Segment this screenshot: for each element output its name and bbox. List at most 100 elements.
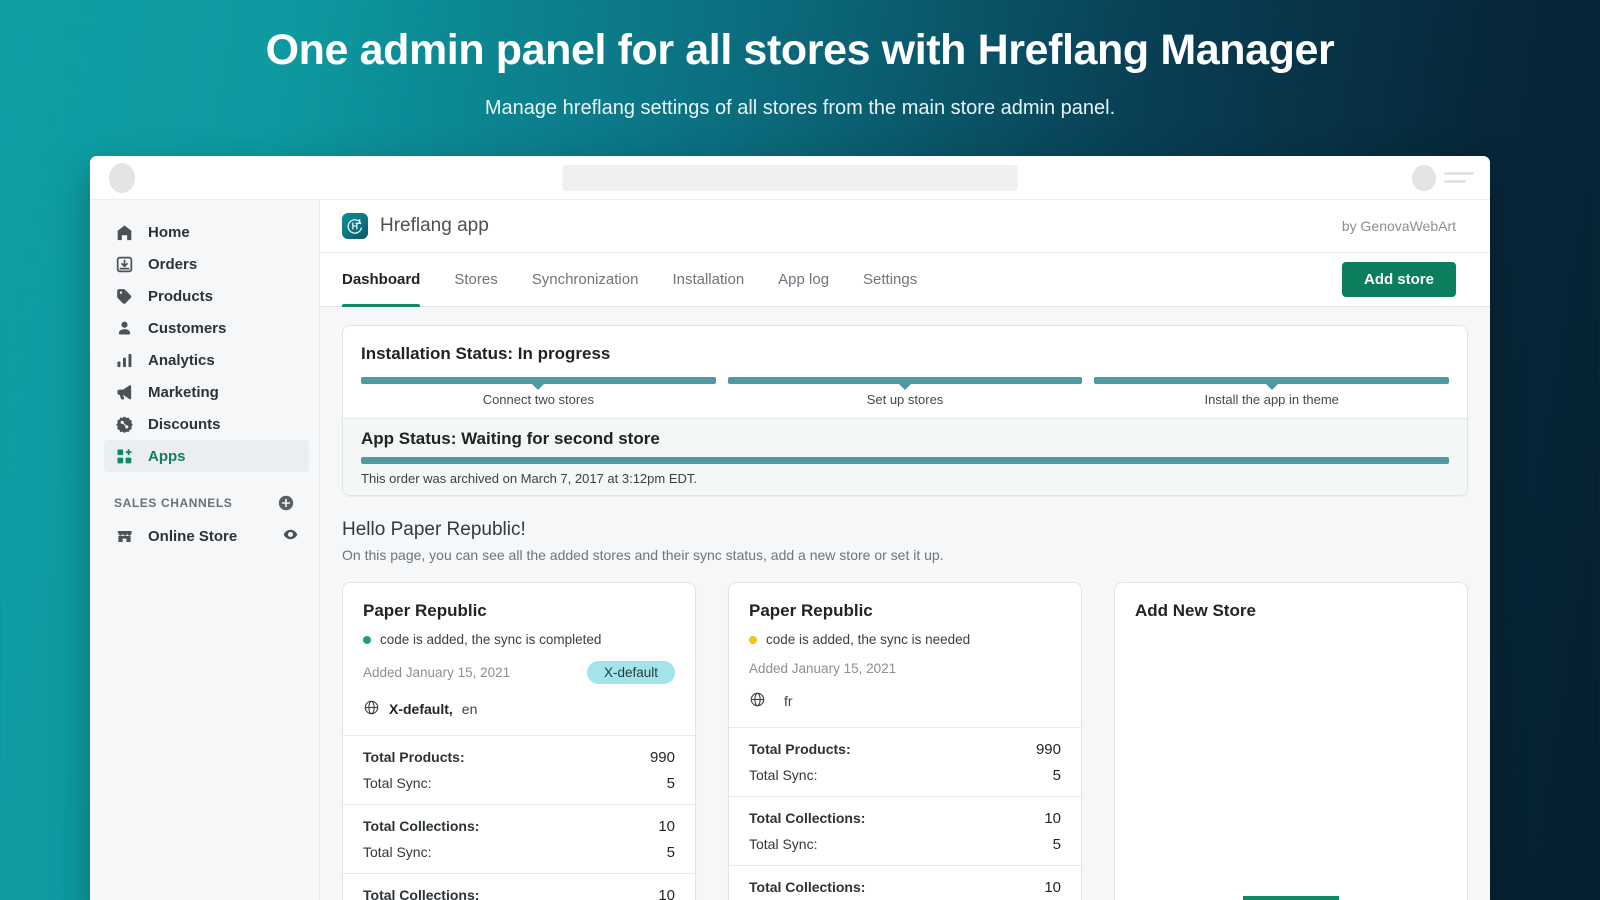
stat-row: Total Collections:10 — [749, 810, 1061, 827]
app-status-title: App Status: Waiting for second store — [361, 429, 1449, 449]
sidebar-item-apps[interactable]: Apps — [104, 440, 309, 472]
stat-row: Total Products: 990 — [363, 749, 675, 766]
sidebar-item-online-store[interactable]: Online Store — [104, 520, 309, 552]
stat-row: Total Sync: 5 — [363, 775, 675, 792]
tab-dashboard[interactable]: Dashboard — [342, 253, 420, 307]
step-arrow-icon — [1266, 384, 1278, 390]
eye-icon[interactable] — [282, 526, 299, 547]
store-name: Paper Republic — [363, 601, 675, 621]
status-dot-icon — [363, 636, 371, 644]
app-tabs: Dashboard Stores Synchronization Install… — [320, 253, 1490, 307]
sidebar-item-label: Discounts — [148, 416, 221, 433]
stat-row: Total Collections:10 — [363, 887, 675, 900]
installation-step: Connect two stores — [361, 377, 716, 407]
sidebar-item-label: Orders — [148, 256, 197, 273]
marketing-icon — [114, 382, 134, 402]
stat-row: Total Collections:10 — [363, 818, 675, 835]
stat-label: Total Sync: — [363, 775, 431, 791]
add-new-store-title: Add New Store — [1135, 601, 1447, 621]
tab-stores[interactable]: Stores — [454, 253, 497, 307]
stat-value: 990 — [1036, 741, 1061, 758]
sidebar-item-analytics[interactable]: Analytics — [104, 344, 309, 376]
store-stat-block: Total Products: 990 Total Sync: 5 — [729, 727, 1081, 796]
hero-title: One admin panel for all stores with Href… — [0, 26, 1600, 75]
stat-value: 10 — [658, 887, 675, 900]
browser-chrome — [90, 156, 1490, 200]
sales-channels-title: SALES CHANNELS — [114, 496, 232, 510]
add-store-button[interactable]: Add store — [1342, 262, 1456, 297]
tab-synchronization[interactable]: Synchronization — [532, 253, 639, 307]
store-stat-block: Total Collections:10 Total Sync:5 — [729, 865, 1081, 900]
step-label: Connect two stores — [361, 392, 716, 407]
store-card[interactable]: Paper Republic code is added, the sync i… — [728, 582, 1082, 900]
stat-label: Total Products: — [749, 741, 851, 757]
sidebar-item-home[interactable]: Home — [104, 216, 309, 248]
sidebar-item-customers[interactable]: Customers — [104, 312, 309, 344]
store-sync-label: code is added, the sync is needed — [766, 632, 970, 647]
hreflang-app-logo-icon — [342, 213, 368, 239]
globe-icon — [363, 699, 380, 719]
store-added-date: Added January 15, 2021 — [363, 665, 510, 680]
app-status-note: This order was archived on March 7, 2017… — [361, 471, 1449, 486]
store-card-meta: Added January 15, 2021 — [749, 661, 1061, 676]
installation-step: Set up stores — [728, 377, 1083, 407]
sidebar-item-label: Customers — [148, 320, 226, 337]
add-new-store-card[interactable]: Add New Store — [1114, 582, 1468, 900]
app-title: Hreflang app — [380, 215, 489, 237]
stat-value: 10 — [658, 818, 675, 835]
home-icon — [114, 222, 134, 242]
menu-icon[interactable] — [1444, 172, 1474, 183]
search-input[interactable] — [563, 165, 1018, 191]
stat-value: 990 — [650, 749, 675, 766]
sidebar-item-products[interactable]: Products — [104, 280, 309, 312]
account-avatar[interactable] — [1412, 165, 1436, 191]
stat-label: Total Sync: — [363, 844, 431, 860]
sidebar-item-label: Apps — [148, 448, 186, 465]
tab-app-log[interactable]: App log — [778, 253, 829, 307]
store-stat-block: Total Collections:10 Total Sync: 5 — [729, 796, 1081, 865]
store-card[interactable]: Paper Republic code is added, the sync i… — [342, 582, 696, 900]
installation-step: Install the app in theme — [1094, 377, 1449, 407]
stat-label: Total Products: — [363, 749, 465, 765]
store-primary-language: X-default, — [389, 701, 453, 717]
plus-circle-icon[interactable] — [277, 494, 295, 512]
sidebar-item-orders[interactable]: Orders — [104, 248, 309, 280]
sidebar-item-label: Products — [148, 288, 213, 305]
store-languages: X-default, en — [363, 699, 675, 719]
tab-settings[interactable]: Settings — [863, 253, 917, 307]
step-arrow-icon — [532, 384, 544, 390]
app-status-panel: App Status: Waiting for second store Thi… — [343, 418, 1467, 495]
store-added-date: Added January 15, 2021 — [749, 661, 896, 676]
store-stat-block: Total Collections:10 Total Sync:5 — [343, 873, 695, 900]
orders-icon — [114, 254, 134, 274]
sidebar-item-marketing[interactable]: Marketing — [104, 376, 309, 408]
apps-icon — [114, 446, 134, 466]
store-name: Paper Republic — [749, 601, 1061, 621]
hero-subtitle: Manage hreflang settings of all stores f… — [0, 97, 1600, 120]
hero-banner: One admin panel for all stores with Href… — [0, 0, 1600, 120]
sidebar-nav: Home Orders Products — [90, 216, 319, 472]
sidebar-item-label: Online Store — [148, 528, 237, 545]
app-header: Hreflang app by GenovaWebArt — [320, 200, 1490, 253]
tab-installation[interactable]: Installation — [672, 253, 744, 307]
sidebar-item-discounts[interactable]: Discounts — [104, 408, 309, 440]
app-status-progress-bar — [361, 457, 1449, 464]
stat-value: 5 — [1053, 836, 1061, 853]
installation-steps: Connect two stores Set up stores Install… — [361, 377, 1449, 407]
store-languages: fr — [749, 691, 1061, 711]
stat-value: 5 — [667, 775, 675, 792]
step-progress-bar — [1094, 377, 1449, 384]
products-icon — [114, 286, 134, 306]
store-card-header: Paper Republic code is added, the sync i… — [343, 583, 695, 735]
globe-icon — [749, 691, 766, 711]
stat-row: Total Sync:5 — [363, 844, 675, 861]
installation-status-title: Installation Status: In progress — [361, 344, 1449, 364]
stat-value: 5 — [1053, 767, 1061, 784]
stat-label: Total Sync: — [749, 836, 817, 852]
stat-value: 10 — [1044, 810, 1061, 827]
chrome-right-group — [1412, 165, 1474, 191]
sidebar: Home Orders Products — [90, 200, 320, 900]
page-title: Hello Paper Republic! — [342, 519, 1468, 541]
stat-row: Total Products: 990 — [749, 741, 1061, 758]
stat-label: Total Sync: — [749, 767, 817, 783]
